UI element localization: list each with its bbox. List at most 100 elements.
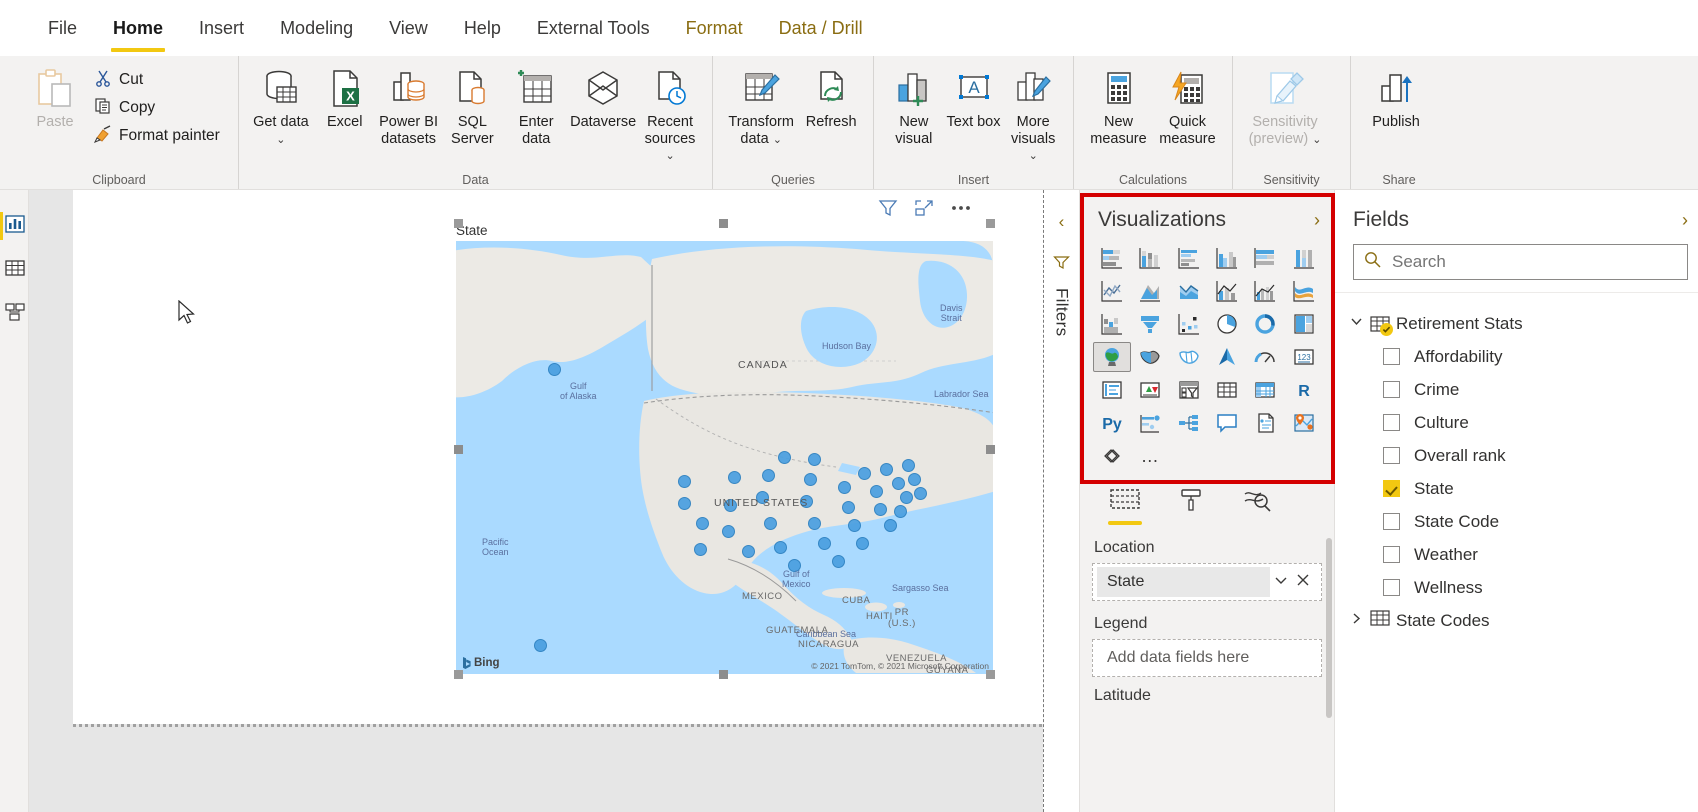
viz-line-chart-icon[interactable] — [1094, 277, 1130, 305]
fields-table-retirement-stats[interactable]: Retirement Stats — [1335, 307, 1698, 340]
viz-100-stacked-bar-chart-icon[interactable] — [1247, 244, 1283, 272]
field-item-state[interactable]: State — [1335, 472, 1698, 505]
tab-format[interactable]: Format — [667, 0, 761, 56]
sql-server-button[interactable]: SQL Server — [440, 62, 504, 147]
visualizations-collapse-chevron-icon[interactable]: › — [1314, 210, 1320, 231]
viz-slicer-icon[interactable] — [1171, 376, 1207, 404]
chevron-right-icon[interactable] — [1349, 611, 1364, 631]
viz-funnel-chart-icon[interactable] — [1132, 310, 1168, 338]
chevron-down-icon[interactable] — [1274, 573, 1288, 592]
copy-button[interactable]: Copy — [90, 94, 226, 122]
tab-external-tools[interactable]: External Tools — [519, 0, 668, 56]
filters-pane-collapsed[interactable]: ‹ Filters — [1043, 190, 1079, 812]
viz-python-visual-icon[interactable]: Py — [1094, 409, 1130, 437]
map-data-point[interactable] — [548, 363, 561, 376]
more-options-icon[interactable] — [950, 198, 972, 223]
viz-stacked-bar-chart-icon[interactable] — [1094, 244, 1130, 272]
resize-handle-br[interactable] — [986, 670, 995, 679]
resize-handle-tl[interactable] — [454, 219, 463, 228]
tab-view[interactable]: View — [371, 0, 446, 56]
map-data-point[interactable] — [892, 477, 905, 490]
viz-kpi-icon[interactable] — [1132, 376, 1168, 404]
viz-qa-visual-icon[interactable] — [1209, 409, 1245, 437]
viz-stacked-column-chart-icon[interactable] — [1132, 244, 1168, 272]
viz-scatter-chart-icon[interactable] — [1171, 310, 1207, 338]
tab-home[interactable]: Home — [95, 0, 181, 56]
excel-button[interactable]: X Excel — [313, 62, 377, 131]
resize-handle-tr[interactable] — [986, 219, 995, 228]
map-data-point[interactable] — [900, 491, 913, 504]
map-data-point[interactable] — [914, 487, 927, 500]
remove-field-icon[interactable] — [1296, 573, 1310, 592]
tab-modeling[interactable]: Modeling — [262, 0, 371, 56]
map-data-point[interactable] — [856, 537, 869, 550]
viz-area-chart-icon[interactable] — [1132, 277, 1168, 305]
map-data-point[interactable] — [902, 459, 915, 472]
dataverse-button[interactable]: Dataverse — [568, 62, 638, 131]
resize-handle-bl[interactable] — [454, 670, 463, 679]
fields-search-box[interactable] — [1353, 244, 1688, 280]
map-data-point[interactable] — [894, 505, 907, 518]
well-legend[interactable]: Add data fields here — [1092, 639, 1322, 677]
filters-expand-chevron-icon[interactable]: ‹ — [1059, 212, 1065, 232]
viz-table-icon[interactable] — [1209, 376, 1245, 404]
viz-paginated-report-icon[interactable] — [1094, 442, 1130, 470]
map-data-point[interactable] — [880, 463, 893, 476]
map-data-point[interactable] — [870, 485, 883, 498]
map-data-point[interactable] — [722, 525, 735, 538]
new-measure-button[interactable]: New measure — [1084, 62, 1153, 147]
map-visual[interactable]: State CANADA UNITED STATES MEXICO Davis … — [454, 219, 995, 679]
viz-r-script-visual-icon[interactable]: R — [1286, 376, 1322, 404]
viz-treemap-icon[interactable] — [1286, 310, 1322, 338]
filter-icon[interactable] — [878, 198, 898, 223]
new-visual-button[interactable]: New visual — [884, 62, 944, 147]
map-data-point[interactable] — [678, 475, 691, 488]
get-data-button[interactable]: Get data ⌄ — [249, 62, 313, 148]
fields-well-tab[interactable] — [1108, 488, 1142, 525]
viz-stacked-area-chart-icon[interactable] — [1171, 277, 1207, 305]
tab-insert[interactable]: Insert — [181, 0, 262, 56]
viz-filled-map-icon[interactable] — [1132, 343, 1168, 371]
viz-clustered-column-chart-icon[interactable] — [1209, 244, 1245, 272]
focus-mode-icon[interactable] — [914, 198, 934, 223]
map-data-point[interactable] — [742, 545, 755, 558]
map-data-point[interactable] — [908, 473, 921, 486]
publish-button[interactable]: Publish — [1361, 62, 1431, 131]
format-well-tab[interactable] — [1174, 488, 1208, 525]
enter-data-button[interactable]: Enter data — [504, 62, 568, 147]
resize-handle-l[interactable] — [454, 445, 463, 454]
map-data-point[interactable] — [848, 519, 861, 532]
more-visuals-button[interactable]: More visuals ⌄ — [1003, 62, 1063, 165]
analytics-well-tab[interactable] — [1240, 488, 1274, 525]
map-data-point[interactable] — [808, 453, 821, 466]
sensitivity-button[interactable]: Sensitivity (preview) ⌄ — [1243, 62, 1327, 148]
field-item-weather[interactable]: Weather — [1335, 538, 1698, 571]
map-data-point[interactable] — [874, 503, 887, 516]
chevron-down-icon[interactable] — [1349, 314, 1364, 334]
cut-button[interactable]: Cut — [90, 66, 226, 94]
field-checkbox[interactable] — [1383, 579, 1400, 596]
field-item-affordability[interactable]: Affordability — [1335, 340, 1698, 373]
map-data-point[interactable] — [534, 639, 547, 652]
tab-file[interactable]: File — [30, 0, 95, 56]
viz-pie-chart-icon[interactable] — [1209, 310, 1245, 338]
field-checkbox[interactable] — [1383, 381, 1400, 398]
viz-key-influencers-icon[interactable] — [1132, 409, 1168, 437]
map-data-point[interactable] — [678, 497, 691, 510]
search-input[interactable] — [1390, 251, 1677, 273]
fields-table-state-codes[interactable]: State Codes — [1335, 604, 1698, 637]
map-data-point[interactable] — [832, 555, 845, 568]
format-painter-button[interactable]: Format painter — [90, 122, 226, 150]
refresh-button[interactable]: Refresh — [799, 62, 863, 131]
map-data-point[interactable] — [858, 467, 871, 480]
viz-azure-map-icon[interactable] — [1209, 343, 1245, 371]
viz-more-icon[interactable]: … — [1132, 442, 1168, 470]
map-data-point[interactable] — [694, 543, 707, 556]
viz-donut-chart-icon[interactable] — [1247, 310, 1283, 338]
viz-multi-row-card-icon[interactable] — [1094, 376, 1130, 404]
transform-data-button[interactable]: Transform data ⌄ — [723, 62, 799, 148]
map-data-point[interactable] — [818, 537, 831, 550]
field-checkbox[interactable] — [1383, 513, 1400, 530]
resize-handle-b[interactable] — [719, 670, 728, 679]
viz-100-stacked-column-chart-icon[interactable] — [1286, 244, 1322, 272]
